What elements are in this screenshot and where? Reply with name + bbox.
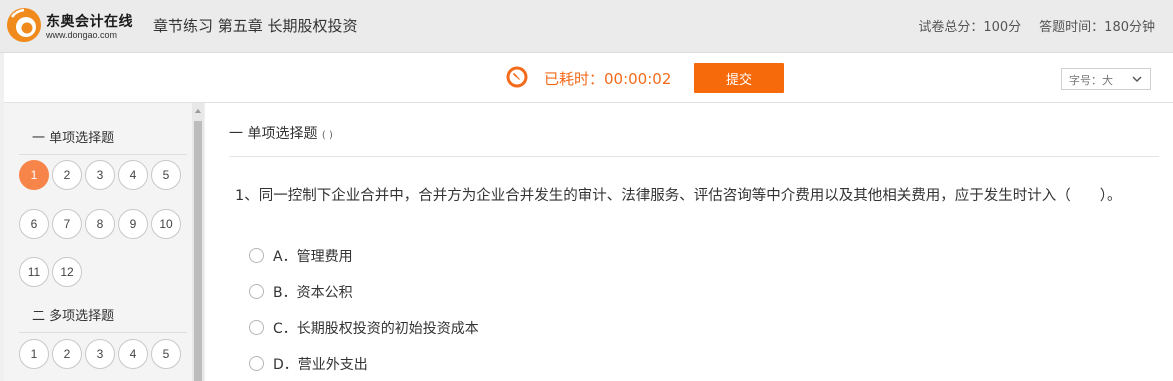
question-number-button[interactable]: 3 (85, 160, 115, 190)
total-score: 试卷总分：100分 (918, 20, 1022, 35)
question-number-button[interactable]: 2 (52, 160, 82, 190)
chevron-down-icon (1132, 76, 1142, 82)
question-number-button[interactable]: 2 (52, 339, 82, 369)
page-title: 章节练习 第五章 长期股权投资 (153, 17, 358, 35)
section-title-text: 一 单项选择题 (229, 126, 318, 142)
exam-meta: 试卷总分：100分 答题时间：180分钟 (918, 16, 1155, 35)
brand-url: www.dongao.com (46, 30, 118, 40)
option-label: C．长期股权投资的初始投资成本 (273, 321, 479, 337)
question-number-button[interactable]: 6 (19, 209, 49, 239)
exam-toolbar: 已耗时：00:00:02 提交 字号：大 (4, 53, 1173, 103)
elapsed-time: 已耗时：00:00:02 (544, 70, 672, 88)
section-note: ( ) (321, 130, 333, 141)
radio-button[interactable] (249, 356, 264, 371)
divider (229, 156, 1159, 157)
nav-section-multiple-choice: 二 多项选择题 (19, 305, 187, 333)
option-label: D．营业外支出 (273, 357, 368, 373)
answer-option-d[interactable]: D．营业外支出 (249, 354, 368, 376)
answer-option-c[interactable]: C．长期股权投资的初始投资成本 (249, 318, 479, 340)
question-number-button[interactable]: 1 (19, 160, 49, 190)
question-number-button[interactable]: 3 (85, 339, 115, 369)
font-size-select[interactable]: 字号：大 (1061, 68, 1151, 90)
question-number-button[interactable]: 8 (85, 209, 115, 239)
question-number-button[interactable]: 10 (151, 209, 181, 239)
brand-name: 东奥会计在线 (46, 14, 133, 30)
answer-option-b[interactable]: B．资本公积 (249, 282, 353, 304)
option-label: B．资本公积 (273, 285, 353, 301)
option-label: A．管理费用 (273, 249, 353, 265)
question-navigator: 一 单项选择题 1 2 3 4 5 6 7 8 9 10 11 12 二 多项选… (4, 103, 204, 381)
logo[interactable]: 东奥会计在线 www.dongao.com (6, 5, 156, 47)
question-section-title: 一 单项选择题 ( ) (229, 123, 333, 143)
font-size-value: 字号：大 (1069, 74, 1113, 87)
question-stem: 1、同一控制下企业合并中，合并方为企业合并发生的审计、法律服务、评估咨询等中介费… (235, 188, 1122, 204)
scroll-up-arrow-icon[interactable] (194, 107, 202, 115)
question-number-button[interactable]: 4 (118, 339, 148, 369)
clock-icon (506, 66, 528, 88)
question-number-button[interactable]: 5 (151, 339, 181, 369)
question-number-button[interactable]: 9 (118, 209, 148, 239)
answer-option-a[interactable]: A．管理费用 (249, 246, 353, 268)
question-number-button[interactable]: 12 (52, 257, 82, 287)
question-number-button[interactable]: 5 (151, 160, 181, 190)
dongao-logo-icon (7, 8, 41, 42)
radio-button[interactable] (249, 320, 264, 335)
question-number-button[interactable]: 4 (118, 160, 148, 190)
question-number-button[interactable]: 1 (19, 339, 49, 369)
scrollbar-thumb[interactable] (194, 121, 202, 381)
radio-button[interactable] (249, 284, 264, 299)
question-number-button[interactable]: 7 (52, 209, 82, 239)
nav-section-single-choice: 一 单项选择题 (19, 127, 187, 155)
submit-button[interactable]: 提交 (694, 63, 784, 93)
question-number-button[interactable]: 11 (19, 257, 49, 287)
question-panel: 一 单项选择题 ( ) 1、同一控制下企业合并中，合并方为企业合并发生的审计、法… (205, 103, 1173, 381)
time-limit: 答题时间：180分钟 (1039, 20, 1155, 35)
radio-button[interactable] (249, 248, 264, 263)
header-bar: 东奥会计在线 www.dongao.com 章节练习 第五章 长期股权投资 试卷… (0, 0, 1173, 53)
